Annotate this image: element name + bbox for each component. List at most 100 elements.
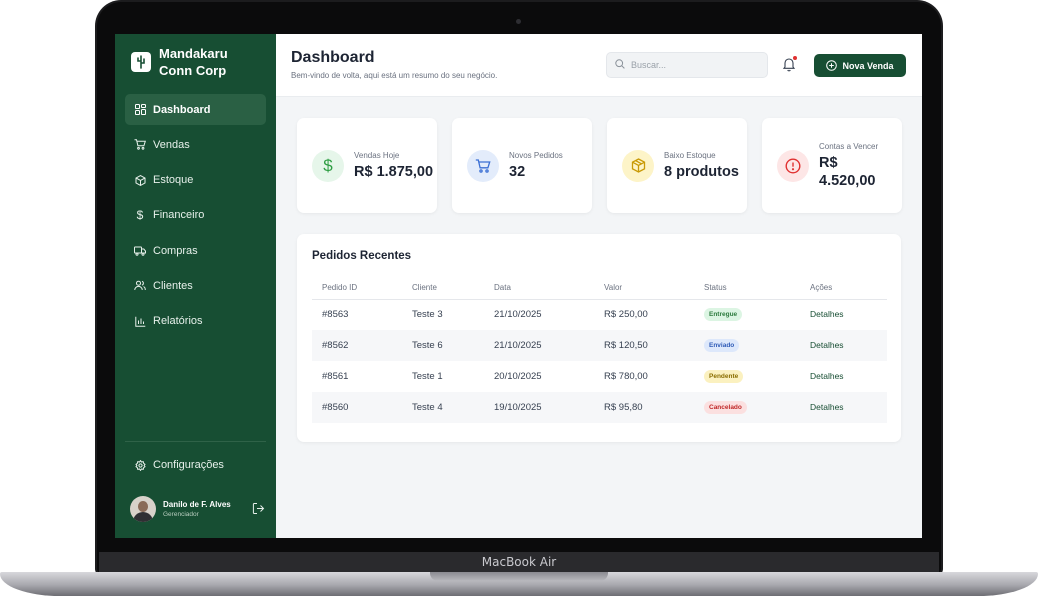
- settings-link[interactable]: Configurações: [133, 458, 224, 472]
- order-client: Teste 6: [402, 330, 484, 361]
- details-link[interactable]: Detalhes: [810, 309, 844, 319]
- bell-icon[interactable]: [781, 56, 799, 74]
- status-badge: Pendente: [704, 370, 744, 383]
- column-header: Valor: [594, 277, 694, 300]
- laptop-base-notch: [430, 572, 608, 581]
- status-badge: Cancelado: [704, 401, 747, 414]
- details-link[interactable]: Detalhes: [810, 402, 844, 412]
- dashboard-icon: [133, 103, 147, 117]
- order-date: 21/10/2025: [484, 330, 594, 361]
- column-header: Status: [694, 277, 800, 300]
- table-row[interactable]: #8563 Teste 3 21/10/2025 R$ 250,00 Entre…: [312, 299, 887, 330]
- dollar-icon: $: [136, 208, 144, 223]
- sidebar-item-financeiro[interactable]: $ Financeiro: [125, 200, 266, 231]
- sidebar-item-label: Compras: [153, 244, 198, 257]
- order-id: #8560: [312, 392, 402, 423]
- search-input[interactable]: [631, 60, 751, 70]
- table-row[interactable]: #8560 Teste 4 19/10/2025 R$ 95,80 Cancel…: [312, 392, 887, 423]
- company-name: Mandakaru Conn Corp: [159, 46, 228, 78]
- order-date: 21/10/2025: [494, 309, 542, 321]
- sidebar-item-dashboard[interactable]: Dashboard: [125, 94, 266, 125]
- details-link[interactable]: Detalhes: [810, 371, 844, 381]
- dollar-icon: $: [312, 149, 344, 182]
- alert-icon: [777, 149, 809, 182]
- order-id: #8562: [312, 330, 402, 361]
- sidebar-item-clientes[interactable]: Clientes: [125, 270, 266, 301]
- table-row[interactable]: #8561 Teste 1 20/10/2025 R$ 780,00 Pende…: [312, 361, 887, 392]
- laptop-brand-label: MacBook Air: [481, 555, 557, 569]
- cart-icon: [133, 138, 147, 152]
- main-content: Dashboard Bem-vindo de volta, aqui está …: [276, 34, 922, 538]
- cactus-icon: [131, 52, 151, 72]
- screen: Mandakaru Conn Corp Dashboard Vendas Est…: [115, 34, 922, 538]
- avatar[interactable]: [130, 496, 156, 522]
- sidebar-item-compras[interactable]: Compras: [125, 235, 266, 266]
- sidebar-item-label: Clientes: [153, 279, 193, 292]
- summary-cards: $ Vendas Hoje R$ 1.875,00 Novos Pedidos …: [297, 118, 902, 213]
- column-header: Pedido ID: [312, 277, 402, 300]
- order-id: #8563: [322, 309, 349, 321]
- sidebar-item-label: Estoque: [153, 174, 194, 187]
- orders-table: Pedido ID Cliente Data Valor Status Açõe…: [312, 277, 887, 423]
- search-icon: [615, 56, 625, 74]
- card-value: R$ 1.875,00: [354, 163, 434, 180]
- order-client: Teste 4: [402, 392, 484, 423]
- table-header-row: Pedido ID Cliente Data Valor Status Açõe…: [312, 277, 887, 300]
- page-subtitle: Bem-vindo de volta, aqui está um resumo …: [291, 71, 498, 80]
- company-logo[interactable]: Mandakaru Conn Corp: [131, 45, 249, 79]
- order-value: R$ 780,00: [604, 371, 648, 382]
- card-baixo-estoque[interactable]: Baixo Estoque 8 produtos: [607, 118, 747, 213]
- card-label: Contas a Vencer: [819, 141, 879, 151]
- table-row[interactable]: #8562 Teste 6 21/10/2025 R$ 120,50 Envia…: [312, 330, 887, 361]
- card-novos-pedidos[interactable]: Novos Pedidos 32: [452, 118, 592, 213]
- order-value: R$ 95,80: [594, 392, 694, 423]
- order-value: R$ 120,50: [594, 330, 694, 361]
- card-label: Novos Pedidos: [509, 150, 563, 160]
- card-label: Vendas Hoje: [354, 150, 400, 160]
- camera: [516, 19, 521, 24]
- users-icon: [133, 279, 147, 293]
- header: Dashboard Bem-vindo de volta, aqui está …: [276, 34, 922, 97]
- sidebar-item-estoque[interactable]: Estoque: [125, 165, 266, 196]
- truck-icon: [133, 244, 147, 258]
- page-title: Dashboard: [291, 49, 375, 66]
- sidebar-item-relatorios[interactable]: Relatórios: [125, 306, 266, 337]
- sidebar-item-label: Vendas: [153, 138, 190, 151]
- order-client: Teste 3: [412, 309, 443, 321]
- sidebar: Mandakaru Conn Corp Dashboard Vendas Est…: [115, 34, 276, 538]
- logout-icon[interactable]: [252, 502, 266, 516]
- gear-icon: [133, 458, 147, 472]
- column-header: Cliente: [402, 277, 484, 300]
- sidebar-item-vendas[interactable]: Vendas: [125, 129, 266, 160]
- details-link[interactable]: Detalhes: [810, 340, 844, 350]
- card-label: Baixo Estoque: [664, 150, 716, 160]
- card-contas-vencer[interactable]: Contas a Vencer R$ 4.520,00: [762, 118, 902, 213]
- order-id: #8561: [322, 371, 349, 382]
- order-client: Teste 1: [412, 371, 443, 382]
- recent-orders-panel: Pedidos Recentes Pedido ID Cliente Data …: [297, 234, 901, 442]
- box-icon: [133, 173, 147, 187]
- cart-icon: [467, 149, 499, 182]
- sidebar-item-label: Relatórios: [153, 315, 203, 328]
- notification-dot: [793, 56, 797, 60]
- card-vendas-hoje[interactable]: $ Vendas Hoje R$ 1.875,00: [297, 118, 437, 213]
- order-date: 20/10/2025: [494, 371, 542, 382]
- search-box: [606, 52, 768, 78]
- chart-icon: [133, 314, 147, 328]
- settings-label: Configurações: [153, 459, 224, 471]
- box-icon: [622, 149, 654, 182]
- new-sale-button[interactable]: Nova Venda: [814, 54, 906, 77]
- order-value: R$ 250,00: [604, 309, 648, 321]
- status-badge: Entregue: [704, 308, 743, 322]
- card-value: 32: [509, 163, 526, 180]
- sidebar-item-label: Financeiro: [153, 209, 205, 222]
- sidebar-item-label: Dashboard: [153, 103, 211, 116]
- column-header: Ações: [800, 277, 887, 300]
- new-sale-label: Nova Venda: [842, 60, 894, 71]
- card-value: R$ 4.520,00: [819, 154, 876, 189]
- plus-circle-icon: [826, 60, 838, 71]
- user-name: Danilo de F. Alves: [163, 500, 231, 509]
- user-role: Gerenciador: [163, 511, 199, 518]
- card-value: 8 produtos: [664, 163, 739, 180]
- sidebar-divider: [125, 441, 266, 442]
